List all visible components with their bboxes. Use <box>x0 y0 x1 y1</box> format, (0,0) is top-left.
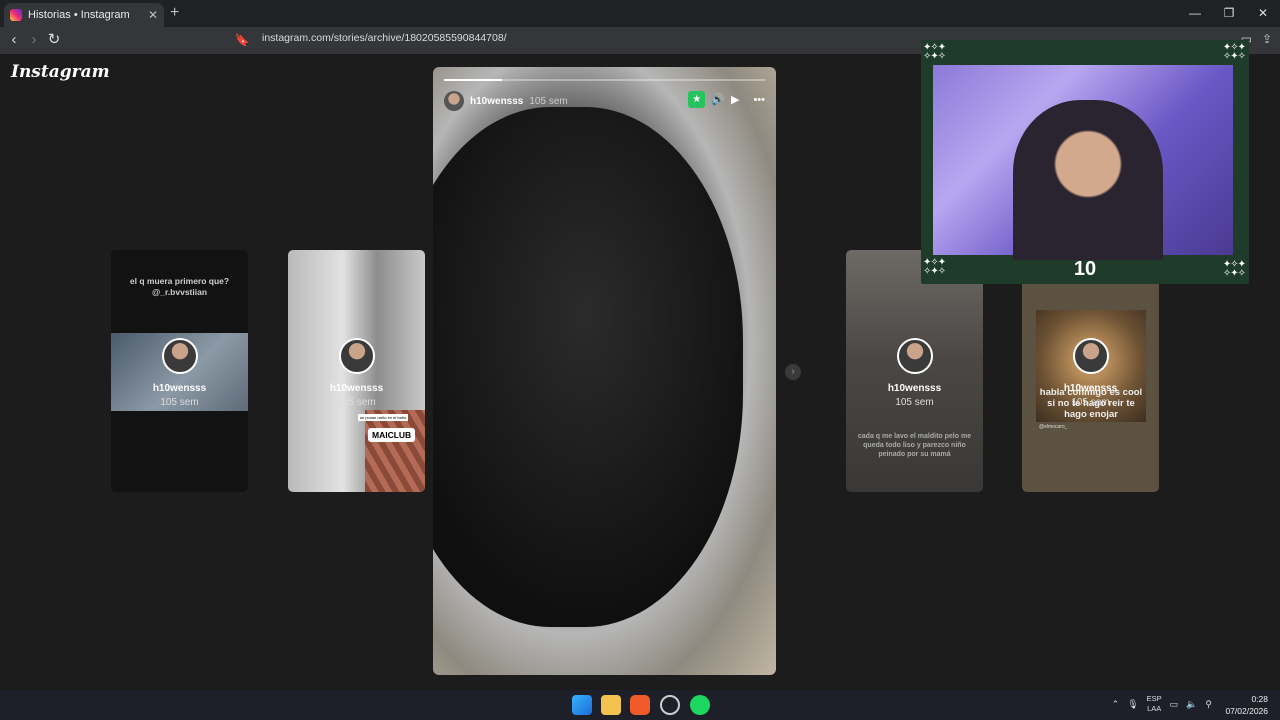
url-field[interactable]: instagram.com/stories/archive/1802058559… <box>262 32 507 44</box>
system-tray: ⌃ 🎙 ESP LAA ▭ 🔈 ⚲ <box>1112 694 1212 714</box>
avatar[interactable] <box>444 91 464 111</box>
story-username: h10wensss <box>887 383 942 394</box>
display-icon[interactable]: ▭ <box>1170 699 1179 710</box>
clock-time: 0:28 <box>1251 694 1268 704</box>
reload-icon[interactable]: ↻ <box>44 30 64 50</box>
webcam-overlay: ✦✧✦ ✧✦✧ ✦✧✦ ✧✦✧ ✦✧✦ ✧✦✧ ✦✧✦ ✧✦✧ 10 <box>921 40 1249 284</box>
tab-title: Historias • Instagram <box>28 9 130 21</box>
story-image <box>365 410 425 492</box>
story-caption: el q muera primero que? @_r.bvvstiian <box>129 276 230 297</box>
story-username: h10wensss <box>152 383 207 394</box>
tab-instagram[interactable]: Historias • Instagram ✕ <box>4 3 164 27</box>
close-window-button[interactable]: ✕ <box>1246 0 1280 27</box>
back-icon[interactable]: ‹ <box>4 30 24 50</box>
brave-browser-icon[interactable] <box>630 695 650 715</box>
sound-icon[interactable]: 🔊 <box>711 93 725 106</box>
tab-strip: Historias • Instagram ✕ + — ❐ ✕ <box>0 0 1280 27</box>
story-controls: ★ 🔊 ▶ ••• <box>688 91 765 108</box>
obs-icon[interactable] <box>660 695 680 715</box>
minimize-button[interactable]: — <box>1178 0 1212 27</box>
avatar <box>161 338 198 374</box>
story-progress-fill <box>444 79 502 81</box>
restore-button[interactable]: ❐ <box>1212 0 1246 27</box>
location-sticker: MAICLUB <box>368 428 416 442</box>
story-time: 105 sem <box>1071 397 1110 408</box>
close-friends-star-icon: ★ <box>688 91 706 108</box>
active-story[interactable]: h10wensss 105 sem ★ 🔊 ▶ ••• <box>433 67 776 675</box>
taskbar: ⌃ 🎙 ESP LAA ▭ 🔈 ⚲ 0:28 07/02/2026 <box>0 690 1280 720</box>
spotify-icon[interactable] <box>690 695 710 715</box>
forward-icon[interactable]: › <box>24 30 44 50</box>
avatar <box>338 338 375 374</box>
story-sticker-text: se posan rarito en el baño <box>358 414 409 421</box>
play-icon[interactable]: ▶ <box>731 93 739 106</box>
story-header: h10wensss 105 sem ★ 🔊 ▶ ••• <box>444 91 765 111</box>
more-options-icon[interactable]: ••• <box>753 94 765 106</box>
microphone-icon[interactable]: 🎙 <box>1127 699 1138 710</box>
network-icon[interactable]: ⚲ <box>1205 699 1212 710</box>
sparkle-icon: ✦✧✦ ✧✦✧ <box>923 42 946 62</box>
keyboard-layout: LAA <box>1147 704 1162 713</box>
avatar <box>1072 338 1109 374</box>
clock-date: 07/02/2026 <box>1225 706 1268 716</box>
streamer-image <box>1013 100 1163 260</box>
story-username: h10wensss <box>1063 383 1118 394</box>
webcam-video <box>933 65 1233 260</box>
sparkle-icon: ✦✧✦ ✧✦✧ <box>1222 42 1246 62</box>
language-indicator[interactable]: ESP LAA <box>1147 694 1162 714</box>
story-username[interactable]: h10wensss <box>470 96 523 107</box>
story-time: 105 sem <box>160 397 199 408</box>
story-username: h10wensss <box>329 383 384 394</box>
story-time: 105 sem <box>895 397 934 408</box>
story-progress-bar <box>444 79 765 81</box>
window-controls: — ❐ ✕ <box>1178 0 1280 27</box>
new-tab-button[interactable]: + <box>170 4 179 22</box>
avatar <box>896 338 933 374</box>
story-mention: @elmocaro_ <box>1039 424 1068 430</box>
clock[interactable]: 0:28 07/02/2026 <box>1225 693 1268 717</box>
story-thumbnail-3[interactable]: h10wensss 105 sem cada q me lavo el mald… <box>846 250 983 492</box>
close-tab-icon[interactable]: ✕ <box>148 8 158 22</box>
story-time: 105 sem <box>337 397 376 408</box>
instagram-favicon-icon <box>10 9 22 21</box>
story-thumbnail-2[interactable]: se posan rarito en el baño MAICLUB h10we… <box>288 250 425 492</box>
story-thumbnail-4[interactable]: habla conmigo es cool si no te hago reir… <box>1022 250 1159 492</box>
story-time: 105 sem <box>529 95 568 107</box>
story-thumbnail-1[interactable]: el q muera primero que? @_r.bvvstiian h1… <box>111 250 248 492</box>
volume-icon[interactable]: 🔈 <box>1186 699 1197 710</box>
bookmark-icon[interactable]: 🔖 <box>232 30 252 50</box>
next-story-icon[interactable]: › <box>785 364 801 380</box>
instagram-logo[interactable]: Instagram <box>11 62 110 82</box>
file-explorer-icon[interactable] <box>601 695 621 715</box>
language-code: ESP <box>1146 694 1162 703</box>
story-media <box>433 107 743 627</box>
tray-overflow-icon[interactable]: ⌃ <box>1112 699 1120 710</box>
webcam-counter: 10 <box>1073 258 1097 280</box>
windows-start-icon[interactable] <box>572 695 592 715</box>
share-icon[interactable]: ⇪ <box>1262 32 1272 46</box>
story-caption: cada q me lavo el maldito pelo me queda … <box>857 433 972 458</box>
